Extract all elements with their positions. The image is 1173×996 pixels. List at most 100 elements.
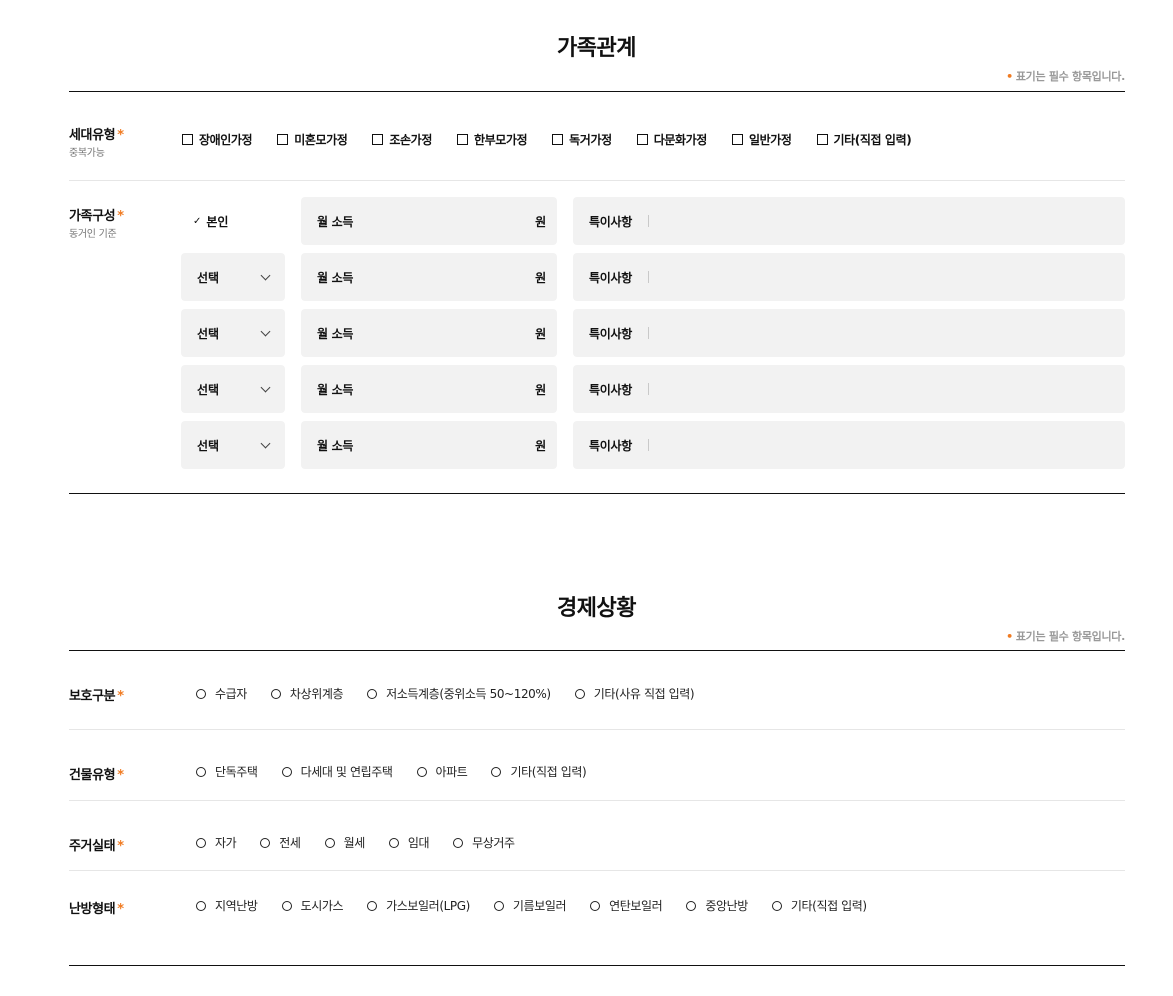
radio-icon[interactable] bbox=[453, 837, 464, 848]
checkbox-icon[interactable] bbox=[182, 134, 193, 145]
household-option-single-parent[interactable]: 한부모가정 bbox=[456, 131, 528, 148]
monthly-income-input[interactable] bbox=[369, 253, 536, 301]
household-option-multicultural[interactable]: 다문화가정 bbox=[636, 131, 707, 148]
section-top-divider bbox=[69, 650, 1125, 651]
household-option-unwed-mother[interactable]: 미혼모가정 bbox=[277, 131, 348, 148]
self-cell: ✓ 본인 bbox=[193, 214, 229, 229]
row-divider bbox=[69, 800, 1125, 801]
family-composition-sub: 동거인 기준 bbox=[69, 229, 117, 240]
monthly-income-field: 월 소득 원 bbox=[301, 421, 557, 469]
checkbox-icon[interactable] bbox=[731, 134, 743, 145]
radio-icon[interactable] bbox=[196, 766, 206, 777]
relation-select[interactable]: 선택 bbox=[181, 253, 285, 301]
residence-status-label: 주거실태 * bbox=[69, 839, 124, 854]
monthly-income-input[interactable] bbox=[369, 421, 536, 469]
household-option-disabled[interactable]: 장애인가정 bbox=[182, 131, 253, 148]
radio-icon[interactable] bbox=[260, 837, 271, 848]
building-type-label: 건물유형 * bbox=[69, 768, 124, 783]
radio-icon[interactable] bbox=[324, 837, 335, 848]
protection-label: 보호구분 * bbox=[69, 689, 124, 704]
radio-icon[interactable] bbox=[196, 900, 206, 911]
chevron-down-icon bbox=[260, 326, 271, 336]
required-note: • 표기는 필수 항목입니다. bbox=[1006, 630, 1125, 643]
checkbox-icon[interactable] bbox=[816, 134, 828, 145]
household-type-sub: 중복가능 bbox=[69, 148, 105, 159]
radio-icon[interactable] bbox=[196, 688, 206, 699]
family-member-row: 선택 월 소득 원 특이사항 bbox=[181, 421, 1125, 469]
family-composition-label: 가족구성 * bbox=[69, 209, 124, 224]
protection-option[interactable]: 차상위계층 bbox=[270, 685, 344, 702]
radio-icon[interactable] bbox=[388, 837, 399, 848]
household-option-living-alone[interactable]: 독거가정 bbox=[552, 131, 612, 148]
chevron-down-icon bbox=[260, 382, 271, 392]
residence-option[interactable]: 임대 bbox=[388, 834, 430, 851]
family-member-row-self: ✓ 본인 월 소득 원 특이사항 bbox=[181, 197, 1125, 245]
building-option[interactable]: 다세대 및 연립주택 bbox=[281, 763, 393, 780]
building-option[interactable]: 기타(직접 입력) bbox=[491, 763, 587, 780]
radio-icon[interactable] bbox=[590, 900, 601, 911]
monthly-income-input[interactable] bbox=[369, 309, 536, 357]
residence-option[interactable]: 월세 bbox=[324, 834, 365, 851]
checkbox-icon[interactable] bbox=[277, 134, 289, 145]
special-note-input[interactable] bbox=[648, 197, 1109, 245]
building-option[interactable]: 아파트 bbox=[416, 763, 468, 780]
household-option-grandparent[interactable]: 조손가정 bbox=[372, 131, 432, 148]
radio-icon[interactable] bbox=[270, 688, 281, 699]
relation-select[interactable]: 선택 bbox=[181, 421, 285, 469]
special-note-field: 특이사항 bbox=[573, 421, 1125, 469]
residence-option[interactable]: 자가 bbox=[196, 834, 237, 851]
relation-select[interactable]: 선택 bbox=[181, 309, 285, 357]
special-note-input[interactable] bbox=[648, 309, 1109, 357]
household-type-options: 장애인가정 미혼모가정 조손가정 한부모가정 독거가정 다문화가정 일반가정 기… bbox=[182, 131, 912, 148]
section-top-divider bbox=[69, 91, 1125, 92]
residence-option[interactable]: 무상거주 bbox=[453, 834, 515, 851]
radio-icon[interactable] bbox=[416, 766, 427, 777]
heating-type-options: 지역난방 도시가스 가스보일러(LPG) 기름보일러 연탄보일러 중앙난방 기타… bbox=[196, 897, 867, 914]
household-type-label: 세대유형 * bbox=[69, 128, 124, 143]
monthly-income-input[interactable] bbox=[369, 365, 536, 413]
family-section-title: 가족관계 bbox=[557, 36, 636, 61]
radio-icon[interactable] bbox=[493, 900, 504, 911]
radio-icon[interactable] bbox=[771, 900, 782, 911]
building-option[interactable]: 단독주택 bbox=[196, 763, 258, 780]
checkbox-icon[interactable] bbox=[372, 134, 384, 145]
radio-icon[interactable] bbox=[281, 900, 292, 911]
checkbox-icon[interactable] bbox=[636, 134, 648, 145]
economy-section-title: 경제상황 bbox=[557, 596, 636, 621]
heating-option[interactable]: 기타(직접 입력) bbox=[771, 897, 867, 914]
checkbox-icon[interactable] bbox=[456, 134, 468, 145]
special-note-field: 특이사항 bbox=[573, 365, 1125, 413]
heating-option[interactable]: 연탄보일러 bbox=[590, 897, 663, 914]
heating-option[interactable]: 도시가스 bbox=[281, 897, 344, 914]
protection-option[interactable]: 수급자 bbox=[196, 685, 247, 702]
special-note-input[interactable] bbox=[648, 365, 1109, 413]
radio-icon[interactable] bbox=[686, 900, 697, 911]
protection-option[interactable]: 기타(사유 직접 입력) bbox=[574, 685, 695, 702]
household-option-general[interactable]: 일반가정 bbox=[731, 131, 792, 148]
chevron-down-icon bbox=[260, 438, 271, 448]
required-star-icon: • bbox=[1006, 630, 1013, 643]
special-note-field: 특이사항 bbox=[573, 253, 1125, 301]
building-type-options: 단독주택 다세대 및 연립주택 아파트 기타(직접 입력) bbox=[196, 763, 587, 780]
chevron-down-icon bbox=[260, 270, 271, 280]
radio-icon[interactable] bbox=[367, 688, 378, 699]
heating-option[interactable]: 지역난방 bbox=[196, 897, 258, 914]
monthly-income-input[interactable] bbox=[369, 197, 536, 245]
radio-icon[interactable] bbox=[281, 766, 292, 777]
special-note-input[interactable] bbox=[648, 421, 1109, 469]
radio-icon[interactable] bbox=[491, 766, 502, 777]
special-note-input[interactable] bbox=[648, 253, 1109, 301]
checkbox-icon[interactable] bbox=[552, 134, 564, 145]
heating-option[interactable]: 중앙난방 bbox=[686, 897, 748, 914]
radio-icon[interactable] bbox=[196, 837, 206, 848]
residence-option[interactable]: 전세 bbox=[260, 834, 301, 851]
household-option-other[interactable]: 기타(직접 입력) bbox=[816, 131, 912, 148]
heating-option[interactable]: 기름보일러 bbox=[493, 897, 567, 914]
section-bottom-divider bbox=[69, 965, 1125, 966]
family-member-row: 선택 월 소득 원 특이사항 bbox=[181, 365, 1125, 413]
heating-option[interactable]: 가스보일러(LPG) bbox=[367, 897, 470, 914]
radio-icon[interactable] bbox=[574, 688, 585, 699]
protection-option[interactable]: 저소득계층(중위소득 50~120%) bbox=[367, 685, 551, 702]
radio-icon[interactable] bbox=[367, 900, 378, 911]
relation-select[interactable]: 선택 bbox=[181, 365, 285, 413]
